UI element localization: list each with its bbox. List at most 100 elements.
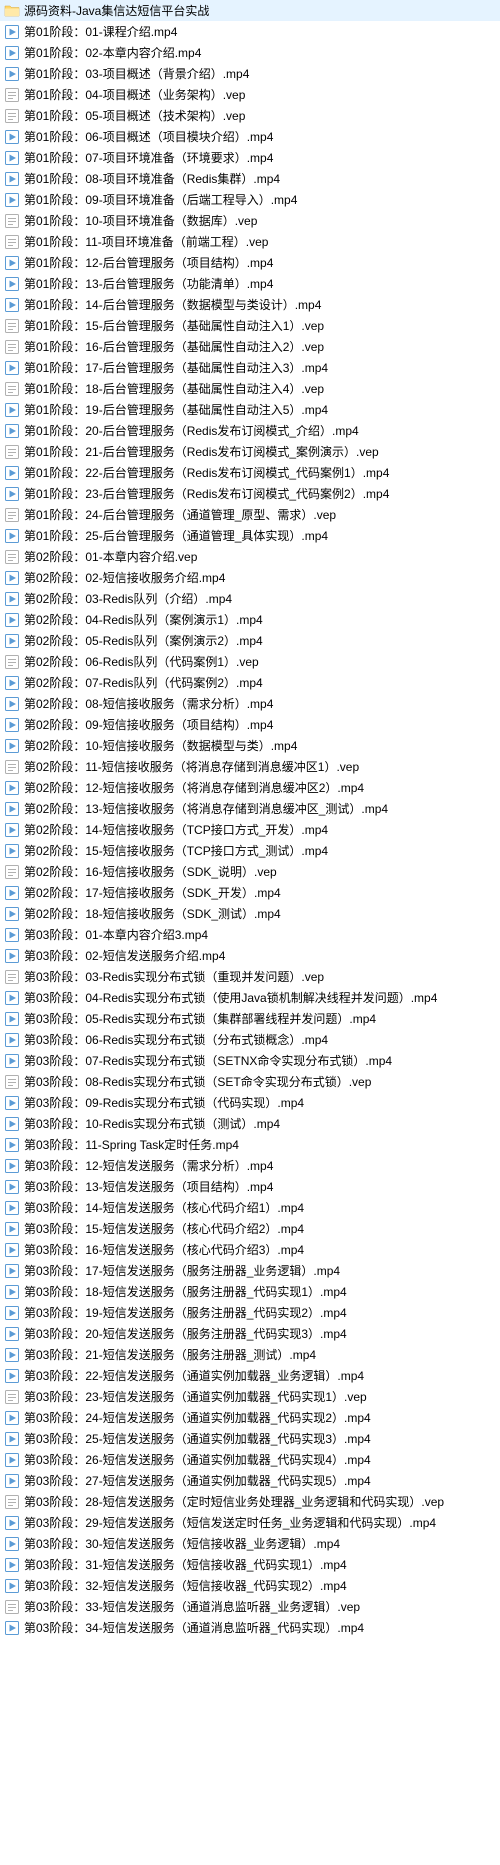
- file-row[interactable]: 第02阶段：06-Redis队列（代码案例1）.vep: [0, 651, 500, 672]
- file-row[interactable]: 第01阶段：18-后台管理服务（基础属性自动注入4）.vep: [0, 378, 500, 399]
- file-label: 第02阶段：15-短信接收服务（TCP接口方式_测试）.mp4: [24, 842, 328, 859]
- file-row[interactable]: 第01阶段：09-项目环境准备（后端工程导入）.mp4: [0, 189, 500, 210]
- file-label: 第03阶段：03-Redis实现分布式锁（重现并发问题）.vep: [24, 968, 324, 985]
- file-row[interactable]: 第01阶段：16-后台管理服务（基础属性自动注入2）.vep: [0, 336, 500, 357]
- file-row[interactable]: 第02阶段：15-短信接收服务（TCP接口方式_测试）.mp4: [0, 840, 500, 861]
- file-row[interactable]: 第03阶段：13-短信发送服务（项目结构）.mp4: [0, 1176, 500, 1197]
- file-row[interactable]: 第02阶段：04-Redis队列（案例演示1）.mp4: [0, 609, 500, 630]
- file-row[interactable]: 第02阶段：14-短信接收服务（TCP接口方式_开发）.mp4: [0, 819, 500, 840]
- file-row[interactable]: 第03阶段：18-短信发送服务（服务注册器_代码实现1）.mp4: [0, 1281, 500, 1302]
- file-row[interactable]: 第01阶段：24-后台管理服务（通道管理_原型、需求）.vep: [0, 504, 500, 525]
- file-row[interactable]: 第03阶段：10-Redis实现分布式锁（测试）.mp4: [0, 1113, 500, 1134]
- file-row[interactable]: 第03阶段：15-短信发送服务（核心代码介绍2）.mp4: [0, 1218, 500, 1239]
- file-row[interactable]: 第02阶段：01-本章内容介绍.vep: [0, 546, 500, 567]
- file-label: 第01阶段：20-后台管理服务（Redis发布订阅模式_介绍）.mp4: [24, 422, 359, 439]
- file-row[interactable]: 第03阶段：26-短信发送服务（通道实例加载器_代码实现4）.mp4: [0, 1449, 500, 1470]
- file-row[interactable]: 第03阶段：06-Redis实现分布式锁（分布式锁概念）.mp4: [0, 1029, 500, 1050]
- file-row[interactable]: 第03阶段：11-Spring Task定时任务.mp4: [0, 1134, 500, 1155]
- mp4-icon: [4, 843, 20, 859]
- file-row[interactable]: 第03阶段：30-短信发送服务（短信接收器_业务逻辑）.mp4: [0, 1533, 500, 1554]
- mp4-icon: [4, 990, 20, 1006]
- file-row[interactable]: 第01阶段：01-课程介绍.mp4: [0, 21, 500, 42]
- file-row[interactable]: 第01阶段：12-后台管理服务（项目结构）.mp4: [0, 252, 500, 273]
- mp4-icon: [4, 717, 20, 733]
- file-row[interactable]: 第03阶段：14-短信发送服务（核心代码介绍1）.mp4: [0, 1197, 500, 1218]
- file-label: 第03阶段：33-短信发送服务（通道消息监听器_业务逻辑）.vep: [24, 1598, 360, 1615]
- file-row[interactable]: 第01阶段：05-项目概述（技术架构）.vep: [0, 105, 500, 126]
- file-row[interactable]: 第01阶段：15-后台管理服务（基础属性自动注入1）.vep: [0, 315, 500, 336]
- file-row[interactable]: 第03阶段：27-短信发送服务（通道实例加载器_代码实现5）.mp4: [0, 1470, 500, 1491]
- file-row[interactable]: 第01阶段：14-后台管理服务（数据模型与类设计）.mp4: [0, 294, 500, 315]
- file-row[interactable]: 第02阶段：08-短信接收服务（需求分析）.mp4: [0, 693, 500, 714]
- mp4-icon: [4, 1053, 20, 1069]
- file-row[interactable]: 第01阶段：07-项目环境准备（环境要求）.mp4: [0, 147, 500, 168]
- file-row[interactable]: 第01阶段：23-后台管理服务（Redis发布订阅模式_代码案例2）.mp4: [0, 483, 500, 504]
- file-row[interactable]: 第01阶段：22-后台管理服务（Redis发布订阅模式_代码案例1）.mp4: [0, 462, 500, 483]
- file-row[interactable]: 第03阶段：33-短信发送服务（通道消息监听器_业务逻辑）.vep: [0, 1596, 500, 1617]
- mp4-icon: [4, 1137, 20, 1153]
- file-row[interactable]: 第02阶段：12-短信接收服务（将消息存储到消息缓冲区2）.mp4: [0, 777, 500, 798]
- file-label: 第02阶段：01-本章内容介绍.vep: [24, 548, 197, 565]
- file-row[interactable]: 第03阶段：12-短信发送服务（需求分析）.mp4: [0, 1155, 500, 1176]
- mp4-icon: [4, 1347, 20, 1363]
- file-row[interactable]: 第01阶段：25-后台管理服务（通道管理_具体实现）.mp4: [0, 525, 500, 546]
- file-row[interactable]: 第03阶段：22-短信发送服务（通道实例加载器_业务逻辑）.mp4: [0, 1365, 500, 1386]
- file-row[interactable]: 第01阶段：11-项目环境准备（前端工程）.vep: [0, 231, 500, 252]
- mp4-icon: [4, 192, 20, 208]
- mp4-icon: [4, 1263, 20, 1279]
- file-row[interactable]: 第02阶段：09-短信接收服务（项目结构）.mp4: [0, 714, 500, 735]
- file-row[interactable]: 第02阶段：18-短信接收服务（SDK_测试）.mp4: [0, 903, 500, 924]
- file-row[interactable]: 第03阶段：17-短信发送服务（服务注册器_业务逻辑）.mp4: [0, 1260, 500, 1281]
- file-row[interactable]: 第02阶段：16-短信接收服务（SDK_说明）.vep: [0, 861, 500, 882]
- file-row[interactable]: 第03阶段：23-短信发送服务（通道实例加载器_代码实现1）.vep: [0, 1386, 500, 1407]
- mp4-icon: [4, 1557, 20, 1573]
- file-row[interactable]: 第03阶段：16-短信发送服务（核心代码介绍3）.mp4: [0, 1239, 500, 1260]
- file-row[interactable]: 第03阶段：05-Redis实现分布式锁（集群部署线程并发问题）.mp4: [0, 1008, 500, 1029]
- mp4-icon: [4, 66, 20, 82]
- file-row[interactable]: 第03阶段：08-Redis实现分布式锁（SET命令实现分布式锁）.vep: [0, 1071, 500, 1092]
- vep-icon: [4, 87, 20, 103]
- file-row[interactable]: 第03阶段：21-短信发送服务（服务注册器_测试）.mp4: [0, 1344, 500, 1365]
- file-row[interactable]: 第03阶段：28-短信发送服务（定时短信业务处理器_业务逻辑和代码实现）.vep: [0, 1491, 500, 1512]
- file-row[interactable]: 第01阶段：20-后台管理服务（Redis发布订阅模式_介绍）.mp4: [0, 420, 500, 441]
- file-row[interactable]: 第02阶段：10-短信接收服务（数据模型与类）.mp4: [0, 735, 500, 756]
- file-row[interactable]: 第02阶段：17-短信接收服务（SDK_开发）.mp4: [0, 882, 500, 903]
- file-row[interactable]: 第02阶段：13-短信接收服务（将消息存储到消息缓冲区_测试）.mp4: [0, 798, 500, 819]
- file-row[interactable]: 第03阶段：24-短信发送服务（通道实例加载器_代码实现2）.mp4: [0, 1407, 500, 1428]
- file-label: 第02阶段：17-短信接收服务（SDK_开发）.mp4: [24, 884, 281, 901]
- file-row[interactable]: 第02阶段：05-Redis队列（案例演示2）.mp4: [0, 630, 500, 651]
- file-row[interactable]: 第03阶段：03-Redis实现分布式锁（重现并发问题）.vep: [0, 966, 500, 987]
- file-row[interactable]: 第03阶段：04-Redis实现分布式锁（使用Java锁机制解决线程并发问题）.…: [0, 987, 500, 1008]
- file-row[interactable]: 第02阶段：07-Redis队列（代码案例2）.mp4: [0, 672, 500, 693]
- file-row[interactable]: 第03阶段：20-短信发送服务（服务注册器_代码实现3）.mp4: [0, 1323, 500, 1344]
- file-row[interactable]: 第03阶段：07-Redis实现分布式锁（SETNX命令实现分布式锁）.mp4: [0, 1050, 500, 1071]
- file-row[interactable]: 第03阶段：09-Redis实现分布式锁（代码实现）.mp4: [0, 1092, 500, 1113]
- file-row[interactable]: 第02阶段：02-短信接收服务介绍.mp4: [0, 567, 500, 588]
- file-row[interactable]: 第01阶段：06-项目概述（项目模块介绍）.mp4: [0, 126, 500, 147]
- file-row[interactable]: 第01阶段：21-后台管理服务（Redis发布订阅模式_案例演示）.vep: [0, 441, 500, 462]
- file-row[interactable]: 第03阶段：19-短信发送服务（服务注册器_代码实现2）.mp4: [0, 1302, 500, 1323]
- vep-icon: [4, 1494, 20, 1510]
- file-row[interactable]: 第02阶段：11-短信接收服务（将消息存储到消息缓冲区1）.vep: [0, 756, 500, 777]
- file-row[interactable]: 第03阶段：01-本章内容介绍3.mp4: [0, 924, 500, 945]
- mp4-icon: [4, 465, 20, 481]
- file-row[interactable]: 第01阶段：10-项目环境准备（数据库）.vep: [0, 210, 500, 231]
- mp4-icon: [4, 360, 20, 376]
- file-row[interactable]: 第03阶段：25-短信发送服务（通道实例加载器_代码实现3）.mp4: [0, 1428, 500, 1449]
- file-row[interactable]: 第03阶段：34-短信发送服务（通道消息监听器_代码实现）.mp4: [0, 1617, 500, 1638]
- file-row[interactable]: 第01阶段：02-本章内容介绍.mp4: [0, 42, 500, 63]
- file-row[interactable]: 第01阶段：17-后台管理服务（基础属性自动注入3）.mp4: [0, 357, 500, 378]
- file-row[interactable]: 第03阶段：32-短信发送服务（短信接收器_代码实现2）.mp4: [0, 1575, 500, 1596]
- file-row[interactable]: 第03阶段：02-短信发送服务介绍.mp4: [0, 945, 500, 966]
- file-row[interactable]: 第02阶段：03-Redis队列（介绍）.mp4: [0, 588, 500, 609]
- file-row[interactable]: 第01阶段：04-项目概述（业务架构）.vep: [0, 84, 500, 105]
- file-row[interactable]: 第01阶段：08-项目环境准备（Redis集群）.mp4: [0, 168, 500, 189]
- file-row[interactable]: 第01阶段：03-项目概述（背景介绍）.mp4: [0, 63, 500, 84]
- file-row[interactable]: 第01阶段：19-后台管理服务（基础属性自动注入5）.mp4: [0, 399, 500, 420]
- file-label: 第01阶段：14-后台管理服务（数据模型与类设计）.mp4: [24, 296, 321, 313]
- file-row[interactable]: 第03阶段：29-短信发送服务（短信发送定时任务_业务逻辑和代码实现）.mp4: [0, 1512, 500, 1533]
- file-row[interactable]: 第01阶段：13-后台管理服务（功能清单）.mp4: [0, 273, 500, 294]
- file-list: 源码资料-Java集信达短信平台实战第01阶段：01-课程介绍.mp4第01阶段…: [0, 0, 500, 1638]
- file-row[interactable]: 第03阶段：31-短信发送服务（短信接收器_代码实现1）.mp4: [0, 1554, 500, 1575]
- file-row[interactable]: 源码资料-Java集信达短信平台实战: [0, 0, 500, 21]
